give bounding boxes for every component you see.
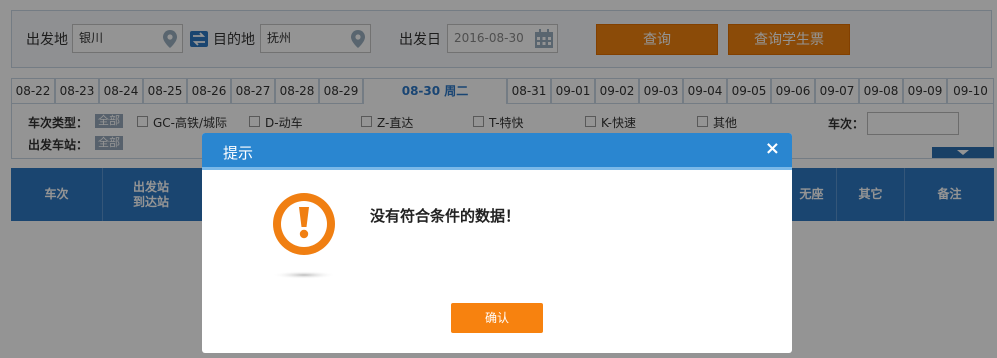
alert-dialog: 提示 × 没有符合条件的数据！ 确认 bbox=[202, 133, 792, 353]
dialog-header: 提示 × bbox=[202, 133, 792, 170]
confirm-button[interactable]: 确认 bbox=[451, 303, 543, 333]
dialog-message: 没有符合条件的数据！ bbox=[370, 207, 521, 225]
warning-icon bbox=[269, 190, 339, 280]
close-icon[interactable]: × bbox=[765, 139, 780, 159]
dialog-title: 提示 bbox=[223, 144, 254, 162]
